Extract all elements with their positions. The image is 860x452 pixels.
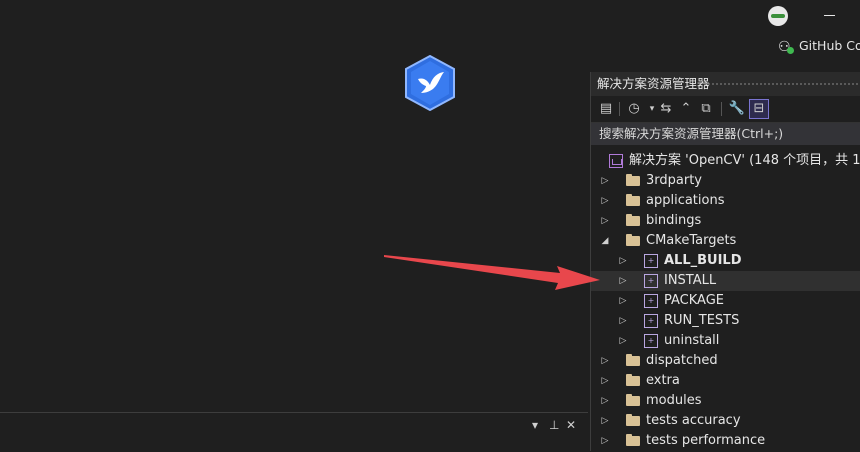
tree-item[interactable]: ▷ + INSTALL bbox=[591, 271, 860, 291]
folder-icon bbox=[626, 234, 640, 246]
folder-icon bbox=[626, 414, 640, 426]
tree-item[interactable]: ▷ applications bbox=[591, 191, 860, 211]
tree-item[interactable]: ▷ extra bbox=[591, 371, 860, 391]
copilot-icon bbox=[778, 39, 794, 54]
tree-item[interactable]: ▷ + PACKAGE bbox=[591, 291, 860, 311]
expand-arrow-icon[interactable]: ▷ bbox=[600, 191, 610, 211]
expand-arrow-icon[interactable]: ▷ bbox=[618, 331, 628, 351]
tree-item[interactable]: ▷ + RUN_TESTS bbox=[591, 311, 860, 331]
tree-item[interactable]: ▷ + uninstall bbox=[591, 331, 860, 351]
tree-item[interactable]: ▷ modules bbox=[591, 391, 860, 411]
preview-selected-icon[interactable]: ⊟ bbox=[749, 99, 769, 119]
bird-app-icon bbox=[405, 55, 455, 111]
folder-icon bbox=[626, 214, 640, 226]
tree-item[interactable]: ▷ bindings bbox=[591, 211, 860, 231]
expand-arrow-icon[interactable]: ▷ bbox=[600, 431, 610, 451]
sync-icon[interactable]: ⇆ bbox=[657, 100, 675, 118]
tree-item[interactable]: ▷ tests accuracy bbox=[591, 411, 860, 431]
switch-views-icon[interactable]: ▤ bbox=[597, 100, 615, 118]
solution-node[interactable]: 解决方案 'OpenCV' (148 个项目，共 148 个 bbox=[591, 151, 860, 171]
solution-tree: 解决方案 'OpenCV' (148 个项目，共 148 个 ▷ 3rdpart… bbox=[591, 151, 860, 451]
tree-item[interactable]: ◢ CMakeTargets bbox=[591, 231, 860, 251]
expand-arrow-icon[interactable]: ▷ bbox=[600, 371, 610, 391]
copy-icon[interactable]: ⧉ bbox=[697, 100, 715, 118]
search-input[interactable]: 搜索解决方案资源管理器(Ctrl+;) bbox=[591, 123, 860, 145]
solution-explorer-title-bar: 解决方案资源管理器 bbox=[591, 72, 860, 96]
folder-icon bbox=[626, 194, 640, 206]
solution-explorer-title: 解决方案资源管理器 bbox=[597, 76, 710, 91]
drag-grip[interactable] bbox=[703, 82, 860, 86]
copilot-label: GitHub Co bbox=[799, 38, 860, 53]
bottom-tool-panel: ▾ ⊥ ✕ bbox=[0, 412, 588, 452]
pin-icon[interactable]: ⊥ bbox=[549, 418, 559, 432]
github-copilot-button[interactable]: GitHub Co bbox=[778, 38, 860, 54]
collapse-all-icon[interactable]: ⌃ bbox=[677, 100, 695, 118]
expand-arrow-icon[interactable]: ▷ bbox=[600, 211, 610, 231]
solution-explorer-toolbar: ▤ ◷ ▾ ⇆ ⌃ ⧉ 🔧 ⊟ bbox=[591, 96, 860, 123]
project-icon: + bbox=[644, 274, 658, 288]
minimize-button[interactable] bbox=[824, 15, 835, 16]
tree-item[interactable]: ▷ 3rdparty bbox=[591, 171, 860, 191]
expand-arrow-icon[interactable]: ▷ bbox=[618, 251, 628, 271]
project-icon: + bbox=[644, 334, 658, 348]
properties-wrench-icon[interactable]: 🔧 bbox=[728, 100, 746, 118]
expand-arrow-icon[interactable]: ▷ bbox=[618, 291, 628, 311]
expand-arrow-icon[interactable]: ▷ bbox=[600, 411, 610, 431]
folder-icon bbox=[626, 394, 640, 406]
panel-dropdown-icon[interactable]: ▾ bbox=[532, 418, 538, 432]
project-icon: + bbox=[644, 254, 658, 268]
folder-icon bbox=[626, 434, 640, 446]
folder-icon bbox=[626, 374, 640, 386]
expand-arrow-icon[interactable]: ▷ bbox=[618, 311, 628, 331]
folder-icon bbox=[626, 354, 640, 366]
project-icon: + bbox=[644, 294, 658, 308]
expand-arrow-icon[interactable]: ▷ bbox=[600, 391, 610, 411]
close-icon[interactable]: ✕ bbox=[566, 418, 576, 432]
expand-arrow-icon[interactable]: ▷ bbox=[618, 271, 628, 291]
tree-item[interactable]: ▷ tests performance bbox=[591, 431, 860, 451]
folder-icon bbox=[626, 174, 640, 186]
tree-item[interactable]: ▷ + ALL_BUILD bbox=[591, 251, 860, 271]
tree-item[interactable]: ▷ dispatched bbox=[591, 351, 860, 371]
pending-changes-icon[interactable]: ◷ bbox=[625, 100, 643, 118]
expand-arrow-icon[interactable]: ▷ bbox=[600, 171, 610, 191]
account-avatar[interactable] bbox=[768, 6, 788, 26]
project-icon: + bbox=[644, 314, 658, 328]
solution-explorer-panel: 解决方案资源管理器 ▤ ◷ ▾ ⇆ ⌃ ⧉ 🔧 ⊟ 搜索解决方案资源管理器(Ct… bbox=[590, 72, 860, 451]
solution-icon bbox=[609, 154, 623, 168]
collapse-arrow-icon[interactable]: ◢ bbox=[600, 231, 610, 251]
expand-arrow-icon[interactable]: ▷ bbox=[600, 351, 610, 371]
